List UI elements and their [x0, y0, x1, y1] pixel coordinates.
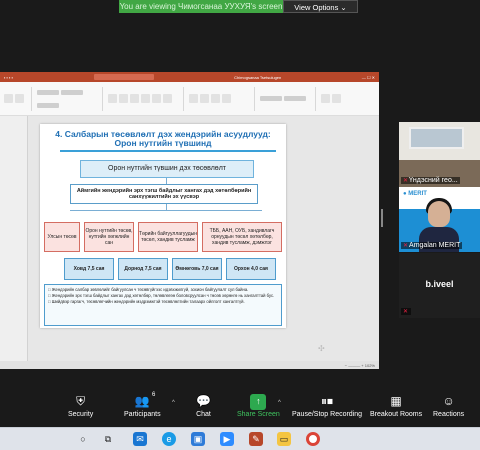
share-screen-button[interactable]: ↑ Share Screen: [237, 394, 280, 420]
breakout-rooms-button[interactable]: ▦ Breakout Rooms: [370, 394, 422, 420]
video-window-feature: [409, 127, 464, 149]
funding-source-box: Аймгийн жендэрийн эрх тэгш байдлыг ханга…: [70, 184, 258, 204]
view-options-button[interactable]: View Options ⌄: [283, 0, 358, 13]
share-banner-text: You are viewing Чимогсанаа УУХУЯ's scree…: [119, 2, 283, 11]
slide-thumbnails[interactable]: [0, 116, 28, 369]
mail-icon[interactable]: ✉: [133, 432, 147, 446]
participant-name: ✕Үндэсний гео...: [401, 177, 460, 184]
ppt-title-bar: ▪ ▪ ▪ ▪ Chimogsanaa Tsetsulugen — ☐ ✕: [0, 72, 379, 82]
share-caret-icon[interactable]: ^: [278, 400, 281, 406]
photos-icon[interactable]: ▣: [191, 432, 205, 446]
reactions-button[interactable]: ☺ Reactions: [433, 394, 464, 420]
reactions-icon: ☺: [442, 394, 455, 408]
province-box-khovd: Ховд 7,5 сая: [64, 258, 114, 280]
muted-mic-icon: ✕: [403, 243, 409, 249]
note-item: Жендэрийн салбар зөвлөлийг байгуулсан ч …: [48, 287, 278, 292]
os-taskbar: ○ ⧉ ✉ e ▣ ▶ ✎ ▭: [0, 427, 480, 450]
slide-title-line2: Орон нутгийн түвшинд: [114, 138, 212, 148]
breakout-rooms-label: Breakout Rooms: [370, 411, 423, 418]
muted-mic-icon: ✕: [403, 178, 409, 184]
task-view-icon[interactable]: ⧉: [101, 432, 115, 446]
participant-tile[interactable]: ● MERIT ✕Amgalan MERIT: [399, 187, 480, 252]
paint-icon[interactable]: ✎: [249, 432, 263, 446]
merit-logo: ● MERIT: [403, 191, 427, 197]
funding-box-state: Улсын төсөв: [44, 222, 80, 252]
share-screen-icon: ↑: [250, 394, 267, 410]
funding-box-local: Орон нутгийн төсөв, нутгийн хөгжлийн сан: [84, 222, 134, 252]
participants-label: Participants: [124, 411, 161, 418]
chrome-icon[interactable]: [306, 432, 320, 446]
chat-icon: 💬: [196, 394, 211, 408]
participant-name: ✕Amgalan MERIT: [401, 242, 463, 249]
participant-tile[interactable]: ✕Үндэсний гео...: [399, 122, 480, 187]
note-item: Жендэрийн эрх тэгш байдлыг хангах дэд хө…: [48, 293, 278, 298]
security-button[interactable]: ⛨ Security: [68, 394, 93, 420]
zoom-icon[interactable]: ▶: [220, 432, 234, 446]
participant-name: ✕: [401, 308, 412, 315]
chat-button[interactable]: 💬 Chat: [196, 394, 211, 420]
funding-box-agencies: Төрийн байгууллагуудын төсөл, хандив тус…: [138, 222, 198, 252]
participants-count: 6: [152, 392, 156, 398]
chat-label: Chat: [196, 411, 211, 418]
participant-big-name: b.iveel: [425, 279, 454, 289]
slide-notes: Жендэрийн салбар зөвлөлийг байгуулсан ч …: [44, 284, 282, 326]
meeting-toolbar: ⛨ Security 👥 Participants 6 ^ 💬 Chat ↑ S…: [0, 390, 480, 427]
connector: [70, 210, 262, 211]
title-underline: [60, 150, 276, 152]
pause-stop-icon: ⏸⏹: [321, 394, 334, 408]
explorer-icon[interactable]: ▭: [277, 432, 291, 446]
ppt-owner-name: Chimogsanaa Tsetsulugen: [234, 74, 282, 80]
window-controls: — ☐ ✕: [361, 74, 375, 80]
note-item: Шийдвэр гаргагч, төсөвлөгчийн жендэрийн …: [48, 299, 278, 304]
reactions-label: Reactions: [433, 411, 465, 418]
shared-screen: ▪ ▪ ▪ ▪ Chimogsanaa Tsetsulugen — ☐ ✕ 4.…: [0, 72, 379, 369]
breakout-rooms-icon: ▦: [390, 394, 402, 408]
participant-tile[interactable]: b.iveel ✕: [399, 253, 480, 318]
local-budget-box: Орон нутгийн түвшин дэх төсөвлөлт: [80, 160, 254, 178]
province-box-dornod: Дорнод 7,5 сая: [118, 258, 168, 280]
security-label: Security: [68, 411, 94, 418]
funding-box-ngo: ТББ, ААН, ОУБ, хандивлагч орнуудын төсөл…: [202, 222, 282, 252]
search-icon[interactable]: ○: [76, 432, 90, 446]
participant-avatar-face: [428, 201, 450, 227]
ppt-quick-access: ▪ ▪ ▪ ▪: [4, 74, 14, 80]
pause-recording-label: Pause/Stop Recording: [292, 411, 363, 418]
ppt-status-bar: − ——— + 102%: [0, 361, 379, 369]
pause-recording-button[interactable]: ⏸⏹ Pause/Stop Recording: [292, 394, 362, 420]
slide: 4. Салбарын төсөвлөлт дэх жендэрийн асуу…: [40, 124, 286, 328]
participant-name-text: Үндэсний гео...: [409, 177, 458, 184]
participants-caret-icon[interactable]: ^: [172, 400, 175, 406]
share-screen-label: Share Screen: [237, 411, 280, 418]
screen-share-banner: You are viewing Чимогсанаа УУХУЯ's scree…: [119, 0, 358, 13]
shield-icon: ⛨: [76, 394, 86, 408]
ppt-search-box: [93, 74, 154, 80]
edge-icon[interactable]: e: [162, 432, 176, 446]
gallery-scrollbar[interactable]: [381, 209, 383, 227]
muted-mic-icon: ✕: [403, 309, 409, 315]
province-box-orkhon: Орхон 4,0 сая: [226, 258, 276, 280]
ppt-ribbon: [0, 82, 379, 116]
participant-name-text: Amgalan MERIT: [409, 242, 461, 249]
slide-canvas: 4. Салбарын төсөвлөлт дэх жендэрийн асуу…: [0, 116, 379, 369]
province-box-omnogovi: Өмнөговь 7,0 сая: [172, 258, 222, 280]
cursor-icon: ✣: [318, 344, 325, 353]
slide-title: 4. Салбарын төсөвлөлт дэх жендэрийн асуу…: [40, 130, 286, 148]
